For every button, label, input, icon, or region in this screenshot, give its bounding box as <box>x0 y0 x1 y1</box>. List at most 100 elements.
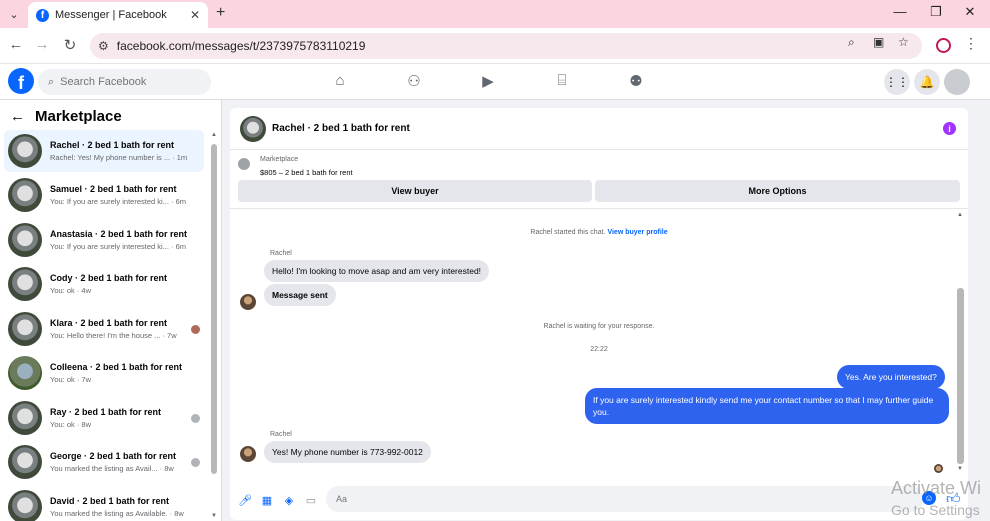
incoming-message[interactable]: Yes! My phone number is 773-992-0012 <box>264 441 431 463</box>
gif-icon[interactable]: ▭ <box>304 494 318 508</box>
new-tab-icon[interactable]: + <box>216 4 225 22</box>
conversation-name: Ray · 2 bed 1 bath for rent <box>50 407 162 417</box>
seen-indicator-avatar <box>934 464 943 473</box>
account-avatar[interactable] <box>944 69 970 95</box>
browser-tab[interactable]: f Messenger | Facebook ✕ <box>28 2 208 28</box>
address-bar: ← → ↻ ⚙ facebook.com/messages/t/23739757… <box>0 28 990 64</box>
groups-icon[interactable]: ⚉ <box>626 72 646 92</box>
conversation-preview: You: Hello there! I'm the house ... · 7w <box>50 331 177 340</box>
listing-thumbnail <box>8 445 42 479</box>
listing-category: Marketplace <box>260 156 299 163</box>
home-icon[interactable]: ⌂ <box>330 72 350 92</box>
outgoing-message[interactable]: Yes. Are you interested? <box>837 365 945 389</box>
facebook-search[interactable]: ⌕ <box>38 69 211 95</box>
photo-icon[interactable]: ▦ <box>260 494 274 508</box>
zoom-icon[interactable]: ⌕ <box>848 35 855 50</box>
conversation-item[interactable]: Cody · 2 bed 1 bath for rent You: ok · 4w <box>4 263 204 305</box>
conversation-item[interactable]: Rachel · 2 bed 1 bath for rent Rachel: Ye… <box>4 130 204 172</box>
tab-close-icon[interactable]: ✕ <box>190 8 200 22</box>
listing-icon <box>238 158 250 170</box>
chat-scroll-down-arrow-icon[interactable]: ▼ <box>957 466 963 472</box>
watch-icon[interactable]: ▶ <box>478 72 498 92</box>
conversation-name: Klara · 2 bed 1 bath for rent <box>50 318 168 328</box>
conversation-item[interactable]: Samuel · 2 bed 1 bath for rent You: If yo… <box>4 174 204 216</box>
waiting-notice: Rachel is waiting for your response. <box>543 323 655 330</box>
maximize-icon[interactable]: ❐ <box>926 4 946 20</box>
reload-icon[interactable]: ↻ <box>60 36 80 54</box>
profile-icon[interactable] <box>936 38 951 53</box>
listing-thumbnail <box>8 490 42 521</box>
menu-grid-icon[interactable]: ⋮⋮ <box>884 69 910 95</box>
chat-header[interactable]: Rachel · 2 bed 1 bath for rent i <box>230 108 968 150</box>
sticker-icon[interactable]: ◈ <box>282 494 296 508</box>
incoming-message[interactable]: Message sent <box>264 284 336 306</box>
microphone-icon[interactable]: 🎤︎ <box>238 494 252 508</box>
conversation-preview: You: If you are surely interested ki... … <box>50 197 187 206</box>
window-close-icon[interactable]: ✕ <box>960 4 980 20</box>
watermark-line1: Activate Wi <box>891 478 982 498</box>
browser-tabbar: ⌄ f Messenger | Facebook ✕ + — ❐ ✕ <box>0 0 990 28</box>
chat-scroll-up-arrow-icon[interactable]: ▲ <box>957 212 963 218</box>
conversation-preview: Rachel: Yes! My phone number is ... · 1m <box>50 153 188 162</box>
search-icon: ⌕ <box>48 75 55 88</box>
browser-menu-icon[interactable]: ⋮ <box>964 35 978 52</box>
listing-thumbnail <box>8 267 42 301</box>
sender-avatar[interactable] <box>240 446 256 462</box>
read-receipt-avatar <box>191 414 200 423</box>
listing-thumbnail <box>8 134 42 168</box>
view-buyer-profile-link[interactable]: View buyer profile <box>607 229 667 236</box>
conversation-name: Colleena · 2 bed 1 bath for rent <box>50 362 183 372</box>
conversation-item[interactable]: Colleena · 2 bed 1 bath for rent You: ok … <box>4 352 204 394</box>
message-timestamp: 22:22 <box>590 346 608 353</box>
conversation-item[interactable]: Ray · 2 bed 1 bath for rent You: ok · 8w <box>4 397 204 439</box>
incoming-message[interactable]: Hello! I'm looking to move asap and am v… <box>264 260 490 282</box>
conversation-preview: You marked the listing as Avail... · 8w <box>50 464 174 473</box>
conversation-name: David · 2 bed 1 bath for rent <box>50 496 170 506</box>
conversation-list-scrollbar[interactable] <box>211 144 217 474</box>
url-text[interactable]: facebook.com/messages/t/2373975783110219 <box>117 39 366 53</box>
facebook-header: f ⌕ ⌂ ⚇ ▶ ⌸ ⚉ ⋮⋮ 🔔 <box>0 64 990 100</box>
chat-listing-thumbnail <box>240 115 266 142</box>
sender-avatar[interactable] <box>240 294 256 310</box>
more-options-button[interactable]: More Options <box>595 180 960 202</box>
friends-icon[interactable]: ⚇ <box>404 72 424 92</box>
read-receipt-avatar <box>191 325 200 334</box>
conversation-item[interactable]: Klara · 2 bed 1 bath for rent You: Hello … <box>4 308 204 350</box>
notifications-bell-icon[interactable]: 🔔 <box>914 69 940 95</box>
conversation-item[interactable]: George · 2 bed 1 bath for rent You marked… <box>4 441 204 483</box>
message-input[interactable] <box>326 486 924 512</box>
conversation-preview: You: ok · 8w <box>50 420 91 429</box>
header-divider <box>230 208 968 209</box>
forward-icon[interactable]: → <box>32 36 52 53</box>
cast-icon[interactable]: ▣ <box>873 35 884 49</box>
activation-watermark: Activate Wi Go to Settings <box>891 478 981 520</box>
omnibox[interactable]: ⚙ facebook.com/messages/t/23739757831102… <box>90 33 922 59</box>
panel-header: ← Marketplace <box>10 108 122 125</box>
conversation-item[interactable]: Anastasia · 2 bed 1 bath for rent You: If… <box>4 219 204 261</box>
listing-thumbnail <box>8 223 42 257</box>
scroll-down-arrow-icon[interactable]: ▼ <box>211 513 217 519</box>
info-icon[interactable]: i <box>943 122 956 135</box>
chat-scrollbar[interactable] <box>957 288 964 464</box>
conversation-name: Samuel · 2 bed 1 bath for rent <box>50 184 177 194</box>
back-icon[interactable]: ← <box>6 36 26 53</box>
chat-title: Rachel · 2 bed 1 bath for rent <box>272 123 410 134</box>
facebook-logo-icon[interactable]: f <box>8 68 34 94</box>
listing-thumbnail <box>8 356 42 390</box>
search-input[interactable] <box>60 76 201 88</box>
marketplace-icon[interactable]: ⌸ <box>552 72 572 92</box>
tab-search-icon[interactable]: ⌄ <box>4 4 24 24</box>
site-settings-icon[interactable]: ⚙ <box>98 39 109 53</box>
read-receipt-avatar <box>191 458 200 467</box>
scroll-up-arrow-icon[interactable]: ▲ <box>211 132 217 138</box>
conversation-preview: You marked the listing as Available. · 8… <box>50 509 184 518</box>
conversation-name: Anastasia · 2 bed 1 bath for rent <box>50 229 188 239</box>
minimize-icon[interactable]: — <box>890 4 910 19</box>
back-arrow-icon[interactable]: ← <box>10 108 25 125</box>
conversation-item[interactable]: David · 2 bed 1 bath for rent You marked … <box>4 486 204 521</box>
outgoing-message[interactable]: If you are surely interested kindly send… <box>585 388 949 424</box>
conversation-preview: You: ok · 4w <box>50 286 91 295</box>
view-buyer-button[interactable]: View buyer <box>238 180 592 202</box>
bookmark-star-icon[interactable]: ☆ <box>898 35 909 49</box>
sender-name: Rachel <box>270 250 292 257</box>
